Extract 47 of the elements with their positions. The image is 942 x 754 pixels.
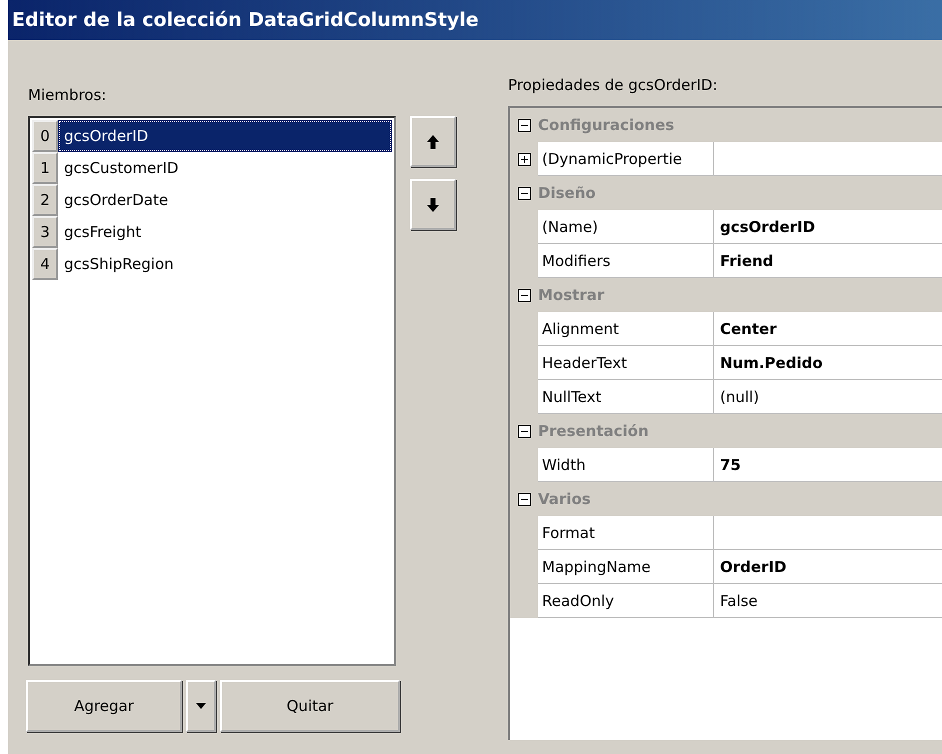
- property-name[interactable]: (DynamicPropertie: [538, 142, 714, 176]
- property-name[interactable]: Format: [538, 516, 714, 550]
- index-label: 0: [32, 120, 58, 152]
- property-name[interactable]: Width: [538, 448, 714, 482]
- add-button[interactable]: Agregar: [26, 680, 182, 732]
- collapse-icon[interactable]: [518, 186, 530, 200]
- category-name: Mostrar: [538, 286, 604, 304]
- property-name[interactable]: MappingName: [538, 550, 714, 584]
- index-label: 1: [32, 152, 58, 184]
- category-name: Diseño: [538, 184, 596, 202]
- collapse-icon[interactable]: [518, 118, 530, 132]
- remove-button[interactable]: Quitar: [220, 680, 400, 732]
- property-name[interactable]: ReadOnly: [538, 584, 714, 618]
- category-name: Varios: [538, 490, 591, 508]
- members-list[interactable]: 0 gcsOrderID 1 gcsCustomerID 2 gcsOrderDate 3 gcsFreight 4 gcsShipRegion: [28, 116, 396, 666]
- move-down-button[interactable]: [410, 179, 456, 230]
- property-value[interactable]: Friend: [714, 244, 942, 278]
- collapse-icon[interactable]: [518, 288, 530, 302]
- index-label: 2: [32, 184, 58, 216]
- collapse-icon[interactable]: [518, 492, 530, 506]
- property-value[interactable]: Num.Pedido: [714, 346, 942, 380]
- properties-label: Propiedades de gcsOrderID:: [508, 76, 719, 96]
- collapse-icon[interactable]: [518, 424, 530, 438]
- member-item[interactable]: gcsOrderID: [58, 120, 392, 152]
- index-label: 4: [32, 248, 58, 280]
- category-name: Configuraciones: [538, 116, 674, 134]
- property-name[interactable]: NullText: [538, 380, 714, 414]
- property-value[interactable]: gcsOrderID: [714, 210, 942, 244]
- property-value[interactable]: False: [714, 584, 942, 618]
- members-label: Miembros:: [28, 86, 108, 106]
- category-name: Presentación: [538, 422, 649, 440]
- index-label: 3: [32, 216, 58, 248]
- caret-icon: [196, 703, 206, 709]
- window-title: Editor de la colección DataGridColumnStyle: [8, 0, 942, 40]
- property-name[interactable]: Modifiers: [538, 244, 714, 278]
- up-arrow-icon: [427, 134, 439, 148]
- property-value[interactable]: (null): [714, 380, 942, 414]
- add-dropdown-button[interactable]: [186, 680, 216, 732]
- property-name[interactable]: (Name): [538, 210, 714, 244]
- move-up-button[interactable]: [410, 116, 456, 167]
- down-arrow-icon: [427, 198, 439, 212]
- property-name[interactable]: HeaderText: [538, 346, 714, 380]
- property-value[interactable]: OrderID: [714, 550, 942, 584]
- property-value[interactable]: 75: [714, 448, 942, 482]
- property-value[interactable]: Center: [714, 312, 942, 346]
- expand-icon[interactable]: [518, 152, 530, 166]
- property-name[interactable]: Alignment: [538, 312, 714, 346]
